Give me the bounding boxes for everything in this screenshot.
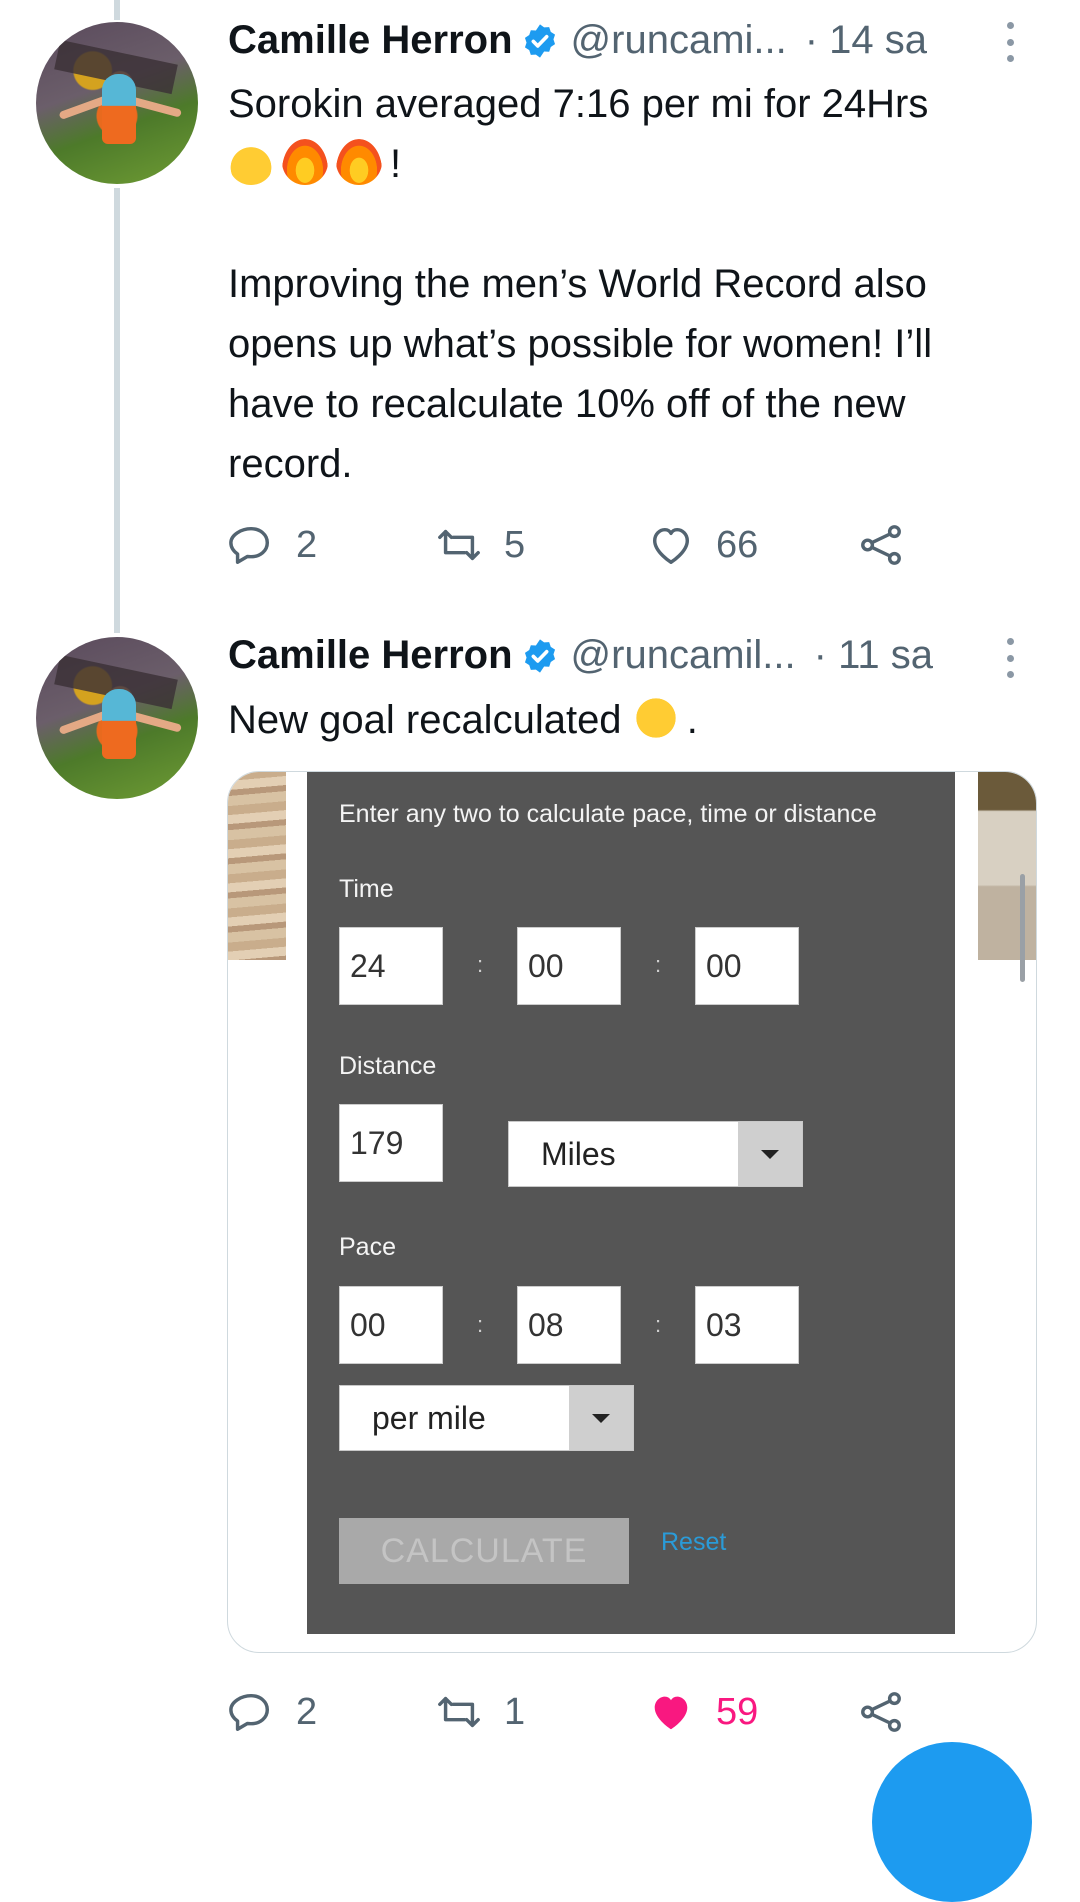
verified-badge-icon (524, 638, 555, 673)
wood-texture-edge (228, 772, 286, 960)
distance-unit-value: Miles (541, 1135, 616, 1172)
share-icon (861, 1692, 901, 1732)
like-count: 59 (716, 1690, 759, 1733)
author-handle[interactable]: @runcami... (571, 18, 787, 63)
pace-hours-field[interactable]: 00 (339, 1286, 443, 1364)
retweet-button[interactable]: 1 (436, 1689, 525, 1735)
pace-minutes-field[interactable]: 08 (517, 1286, 621, 1364)
chevron-down-icon (738, 1122, 802, 1186)
tweet-media-image[interactable]: Enter any two to calculate pace, time or… (227, 771, 1037, 1653)
like-button[interactable]: 59 (648, 1689, 758, 1735)
image-scrollbar (1020, 874, 1025, 982)
share-button[interactable] (858, 1689, 926, 1735)
fire-emoji-icon (282, 139, 328, 185)
tweet-text-suffix: . (686, 698, 698, 742)
tweet-text: Sorokin averaged 7:16 per mi for 24Hrs !… (228, 74, 1028, 494)
avatar[interactable] (36, 637, 198, 799)
retweet-count: 5 (504, 523, 526, 566)
heart-filled-icon (654, 1696, 688, 1730)
exploding-head-emoji-icon (228, 139, 274, 185)
pace-unit-select[interactable]: per mile (339, 1385, 634, 1451)
time-hours-field[interactable]: 24 (339, 927, 443, 1005)
tweet-timestamp[interactable]: · 11 sa (814, 633, 933, 678)
pace-separator: : (655, 1312, 662, 1337)
share-icon (861, 525, 901, 565)
tweet-header: Camille Herron @runcamil... · 11 sa (228, 633, 933, 678)
author-handle[interactable]: @runcamil... (571, 633, 796, 678)
pace-unit-value: per mile (372, 1399, 486, 1436)
reply-count: 2 (296, 523, 318, 566)
calculate-button[interactable]: CALCULATE (339, 1518, 629, 1584)
tweet-emoji-line: ! (228, 134, 1028, 194)
time-separator: : (655, 952, 662, 977)
tweet-text-suffix: ! (390, 142, 402, 186)
reply-icon (229, 1693, 270, 1731)
retweet-icon (438, 529, 480, 561)
calculator-instructions: Enter any two to calculate pace, time or… (339, 800, 877, 828)
tweet-header: Camille Herron @runcami... · 14 sa (228, 18, 927, 63)
pace-separator: : (477, 1312, 484, 1337)
pace-label: Pace (339, 1233, 396, 1261)
verified-badge-icon (524, 23, 555, 58)
more-options-icon[interactable] (1004, 638, 1016, 678)
chevron-down-icon (569, 1386, 633, 1450)
avatar[interactable] (36, 22, 198, 184)
reply-count: 2 (296, 1690, 318, 1733)
reset-link[interactable]: Reset (661, 1528, 726, 1557)
like-button[interactable]: 66 (648, 522, 758, 568)
tweet-timestamp[interactable]: · 14 sa (805, 18, 927, 63)
compose-tweet-button[interactable] (872, 1742, 1032, 1902)
distance-unit-select[interactable]: Miles (508, 1121, 803, 1187)
thread-line (114, 188, 120, 633)
tweet-text-line: Sorokin averaged 7:16 per mi for 24Hrs (228, 82, 929, 126)
retweet-icon (438, 1696, 480, 1728)
time-seconds-field[interactable]: 00 (695, 927, 799, 1005)
author-name[interactable]: Camille Herron (228, 633, 513, 678)
distance-label: Distance (339, 1052, 437, 1080)
retweet-count: 1 (504, 1690, 526, 1733)
tweet-text: New goal recalculated . (228, 690, 1028, 750)
more-options-icon[interactable] (1004, 22, 1016, 62)
author-name[interactable]: Camille Herron (228, 18, 513, 63)
retweet-button[interactable]: 5 (436, 522, 525, 568)
reply-icon (229, 526, 270, 564)
thread-line (114, 0, 120, 20)
thinking-face-emoji-icon (632, 695, 679, 741)
tweet-actions: 2 1 59 (228, 1689, 928, 1739)
heart-icon (652, 527, 690, 564)
pace-calculator: Enter any two to calculate pace, time or… (307, 772, 955, 1634)
rock-texture-edge (978, 772, 1036, 960)
time-minutes-field[interactable]: 00 (517, 927, 621, 1005)
pace-seconds-field[interactable]: 03 (695, 1286, 799, 1364)
share-button[interactable] (858, 522, 926, 568)
like-count: 66 (716, 523, 759, 566)
tweet-text-line: New goal recalculated (228, 698, 622, 742)
reply-button[interactable]: 2 (228, 522, 317, 568)
distance-field[interactable]: 179 (339, 1104, 443, 1182)
time-label: Time (339, 875, 394, 903)
fire-emoji-icon (336, 139, 382, 185)
time-separator: : (477, 952, 484, 977)
tweet-actions: 2 5 66 (228, 522, 928, 572)
reply-button[interactable]: 2 (228, 1689, 317, 1735)
tweet-text-paragraph: Improving the men’s World Record also op… (228, 262, 933, 486)
